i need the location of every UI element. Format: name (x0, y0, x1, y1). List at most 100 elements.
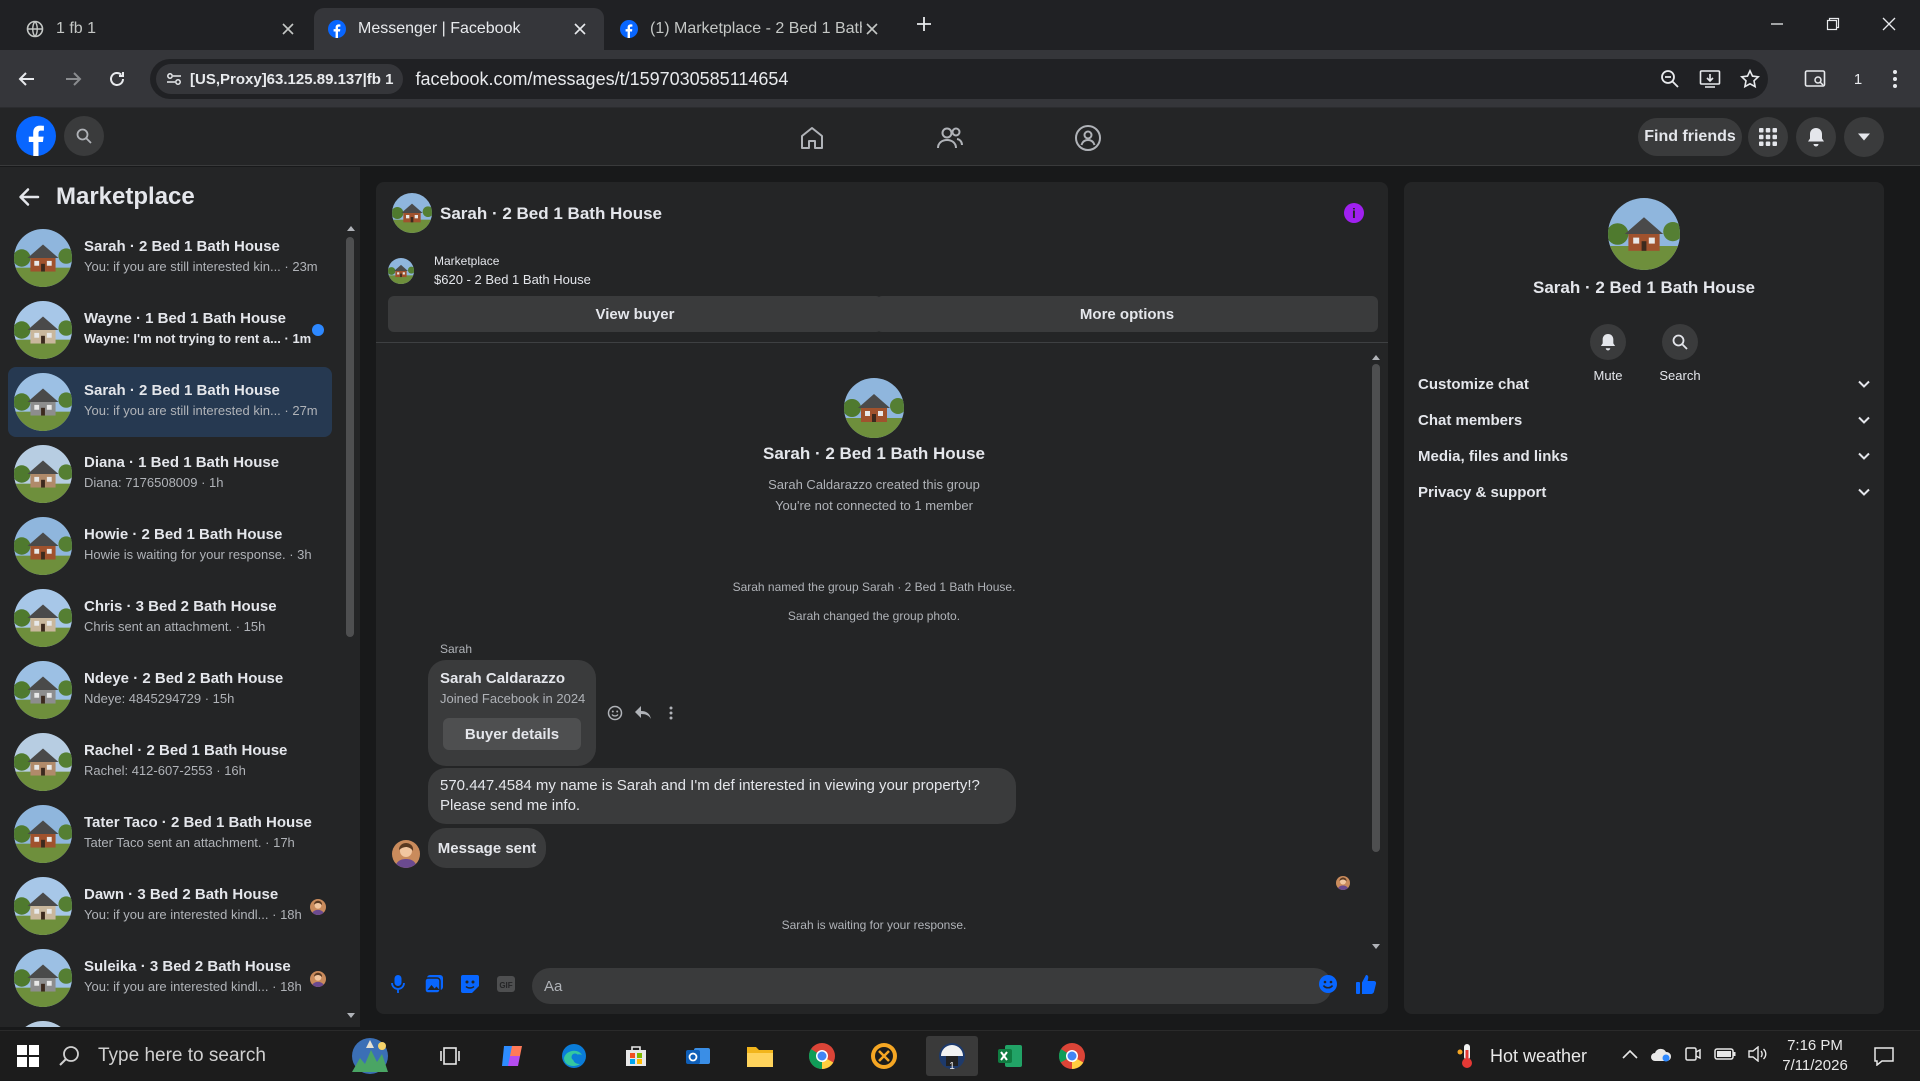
conversation-item[interactable]: Howie · 2 Bed 1 Bath House Howie is waiti… (8, 511, 332, 581)
onedrive-icon[interactable] (1650, 1046, 1672, 1062)
reload-button[interactable] (100, 62, 134, 96)
microsoft-store-icon[interactable] (616, 1036, 656, 1076)
ixbrowser-icon[interactable] (864, 1036, 904, 1076)
new-tab-button[interactable] (904, 8, 944, 40)
taskbar-search[interactable]: Type here to search (58, 1031, 408, 1081)
minimize-button[interactable] (1754, 8, 1800, 40)
close-icon[interactable] (570, 19, 590, 39)
conversation-item[interactable]: Sarah · 2 Bed 1 Bath House You: if you ar… (8, 367, 332, 437)
volume-icon[interactable] (1748, 1046, 1768, 1062)
meet-icon[interactable] (1684, 1045, 1702, 1063)
battery-icon[interactable] (1714, 1047, 1736, 1061)
weather-widget[interactable]: Hot weather (1456, 1031, 1587, 1081)
conversation-item[interactable]: Sarah · 2 Bed 1 Bath House You: if you ar… (8, 223, 332, 293)
photo-icon[interactable] (422, 972, 446, 996)
tab-marketplace[interactable]: (1) Marketplace - 2 Bed 1 Bath H (606, 8, 896, 50)
more-icon[interactable] (660, 702, 682, 724)
side-panel-icon[interactable] (1798, 62, 1832, 96)
facebook-logo[interactable] (16, 116, 56, 156)
conversation-title: Sarah · 2 Bed 1 Bath House (84, 238, 280, 255)
conversation-item[interactable]: Dawn · 3 Bed 2 Bath House You: if you are… (8, 871, 332, 941)
buyer-card: Sarah Caldarazzo Joined Facebook in 2024… (428, 660, 596, 766)
notification-center-icon[interactable] (1864, 1036, 1904, 1076)
conversation-item[interactable]: Tater Taco · 2 Bed 1 Bath House Tater Tac… (8, 799, 332, 869)
tab-fb1[interactable]: 1 fb 1 (12, 8, 312, 50)
browser-menu-icon[interactable] (1878, 62, 1912, 96)
gif-icon[interactable]: GIF (494, 972, 518, 996)
thumbs-up-icon[interactable] (1354, 972, 1378, 996)
file-explorer-icon[interactable] (740, 1036, 780, 1076)
listing-kicker: Marketplace (434, 254, 500, 268)
groups-icon[interactable] (1068, 118, 1108, 158)
zoom-icon[interactable] (1656, 65, 1684, 93)
sticker-icon[interactable] (458, 972, 482, 996)
info-section-row[interactable]: Privacy & support (1418, 470, 1870, 514)
facebook-search-button[interactable] (64, 116, 104, 156)
proxy-app-icon[interactable]: 1 (926, 1036, 978, 1076)
windows-start-button[interactable] (8, 1036, 48, 1076)
buyer-name: Sarah Caldarazzo (440, 670, 566, 687)
view-buyer-button[interactable]: View buyer (388, 296, 882, 332)
info-icon[interactable]: i (1344, 203, 1364, 223)
find-friends-button[interactable]: Find friends (1638, 118, 1742, 156)
back-button[interactable] (10, 62, 44, 96)
reply-icon[interactable] (632, 702, 654, 724)
tab-title: Messenger | Facebook (358, 20, 521, 37)
home-icon[interactable] (792, 118, 832, 158)
conversation-thumbnail (14, 229, 72, 287)
chat-title[interactable]: Sarah · 2 Bed 1 Bath House (440, 204, 662, 224)
more-options-button[interactable]: More options (876, 296, 1378, 332)
listing-banner[interactable]: Marketplace $620 - 2 Bed 1 Bath House (388, 254, 1368, 294)
group-photo[interactable] (844, 378, 904, 438)
chat-scroll-thumb[interactable] (1372, 364, 1380, 852)
react-icon[interactable] (604, 702, 626, 724)
site-info-chip[interactable]: [US,Proxy]63.125.89.137|fb 1 (156, 64, 404, 94)
conversation-item[interactable]: Diana · 1 Bed 1 Bath House Diana: 7176508… (8, 439, 332, 509)
conversation-item[interactable]: Jo · 1 Bed 1 Bath House (8, 1015, 332, 1027)
tab-messenger[interactable]: Messenger | Facebook (314, 8, 604, 50)
close-window-button[interactable] (1866, 8, 1912, 40)
forward-button[interactable] (56, 62, 90, 96)
account-button[interactable] (1844, 117, 1884, 157)
outlook-icon[interactable] (678, 1036, 718, 1076)
conversation-item[interactable]: Wayne · 1 Bed 1 Bath House Wayne: I'm not… (8, 295, 332, 365)
bookmark-star-icon[interactable] (1736, 65, 1764, 93)
profile-count[interactable]: 1 (1846, 62, 1870, 96)
menu-grid-button[interactable] (1748, 117, 1788, 157)
back-arrow-icon[interactable] (18, 187, 40, 207)
emoji-icon[interactable] (1316, 972, 1340, 996)
conversation-item[interactable]: Chris · 3 Bed 2 Bath House Chris sent an … (8, 583, 332, 653)
excel-icon[interactable] (990, 1036, 1030, 1076)
buyer-details-button[interactable]: Buyer details (443, 718, 581, 750)
avatar[interactable] (392, 840, 420, 868)
globe-icon (26, 20, 44, 38)
conversation-item[interactable]: Ndeye · 2 Bed 2 Bath House Ndeye: 4845294… (8, 655, 332, 725)
conversation-photo[interactable] (1608, 198, 1680, 270)
chrome-icon[interactable] (1052, 1036, 1092, 1076)
microphone-icon[interactable] (386, 972, 410, 996)
address-bar[interactable]: [US,Proxy]63.125.89.137|fb 1 facebook.co… (150, 59, 1768, 99)
install-app-icon[interactable] (1696, 65, 1724, 93)
search-icon (58, 1045, 80, 1067)
chevron-up-icon[interactable] (1622, 1049, 1638, 1059)
restore-button[interactable] (1810, 8, 1856, 40)
chrome-icon[interactable] (802, 1036, 842, 1076)
conversation-preview: You: if you are interested kindl... · 18… (84, 979, 302, 994)
created-line: Sarah Caldarazzo created this group (768, 477, 980, 492)
taskbar-clock[interactable]: 7:16 PM 7/11/2026 (1770, 1036, 1860, 1076)
close-icon[interactable] (862, 19, 882, 39)
conversation-item[interactable]: Suleika · 3 Bed 2 Bath House You: if you … (8, 943, 332, 1013)
message-input[interactable] (532, 968, 1332, 1004)
bell-icon (1807, 127, 1825, 147)
notifications-button[interactable] (1796, 117, 1836, 157)
chevron-down-icon (1858, 488, 1870, 496)
url-text[interactable]: facebook.com/messages/t/1597030585114654 (415, 69, 788, 90)
copilot-icon[interactable] (492, 1036, 532, 1076)
task-view-icon[interactable] (430, 1036, 470, 1076)
conversation-item[interactable]: Rachel · 2 Bed 1 Bath House Rachel: 412-6… (8, 727, 332, 797)
close-icon[interactable] (278, 19, 298, 39)
chat-avatar[interactable] (392, 193, 432, 233)
edge-icon[interactable] (554, 1036, 594, 1076)
sidebar-scroll-thumb[interactable] (346, 237, 354, 637)
friends-icon[interactable] (930, 118, 970, 158)
